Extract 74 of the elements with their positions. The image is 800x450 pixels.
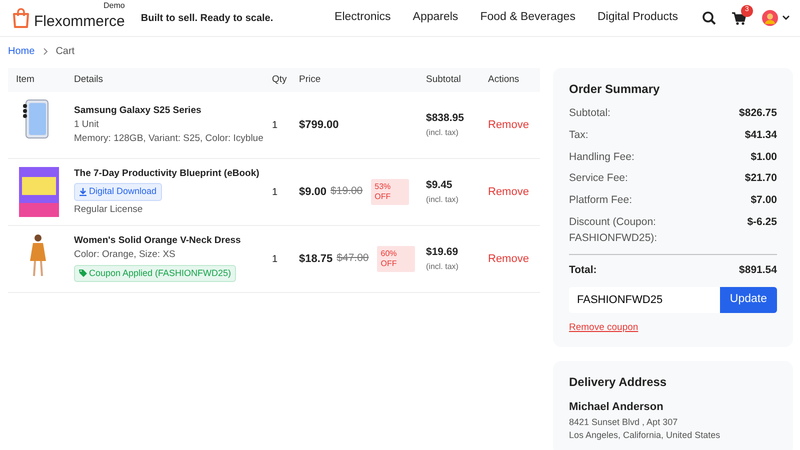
digital-download-tag: Digital Download	[74, 183, 162, 201]
product-name[interactable]: Samsung Galaxy S25 Series	[74, 104, 202, 118]
column-header: Item	[16, 74, 34, 85]
address-line: Los Angeles, California, United States	[569, 429, 722, 442]
product-detail: Regular License	[74, 202, 143, 217]
nav-link[interactable]: Electronics	[334, 9, 391, 27]
update-button[interactable]: Update	[720, 287, 777, 313]
summary-label: Tax:	[569, 128, 588, 143]
recipient-name: Michael Anderson	[569, 400, 664, 416]
column-header: Actions	[488, 74, 520, 85]
total-label: Total:	[569, 263, 597, 278]
column-header: Qty	[272, 74, 287, 85]
price: $18.75	[299, 252, 333, 267]
tagline: Built to sell. Ready to scale.	[140, 12, 274, 26]
nav-link[interactable]: Food & Beverages	[480, 9, 576, 27]
shopping-bag-icon[interactable]	[12, 7, 30, 29]
discount-badge: 53% OFF	[370, 178, 409, 206]
summary-label: Service Fee:	[569, 171, 628, 186]
summary-value: $7.00	[750, 193, 777, 208]
cart-icon[interactable]	[732, 12, 746, 24]
chevron-right-icon	[42, 48, 48, 55]
product-name[interactable]: The 7-Day Productivity Blueprint (eBook)	[74, 167, 260, 182]
tax-note: (incl. tax)	[426, 126, 460, 139]
remove-coupon-link[interactable]: Remove coupon	[569, 321, 638, 336]
summary-value: $-6.25	[747, 214, 777, 230]
tax-note: (incl. tax)	[426, 194, 460, 206]
quantity: 1	[272, 120, 278, 130]
summary-label: Platform Fee:	[569, 193, 632, 208]
quantity: 1	[272, 254, 278, 264]
summary-label: Handling Fee:	[569, 150, 634, 164]
column-header: Price	[299, 74, 321, 85]
remove-button[interactable]: Remove	[488, 116, 529, 134]
download-icon	[79, 188, 87, 196]
price: $799.00	[299, 118, 339, 133]
product-detail: Color: Orange, Size: XS	[74, 248, 176, 262]
breadcrumb-link[interactable]: Home	[8, 44, 35, 59]
summary-value: $826.75	[739, 106, 777, 121]
discount-badge: 60% OFF	[376, 246, 415, 272]
quantity: 1	[272, 186, 278, 198]
product-detail: Memory: 128GB, Variant: S25, Color: Icyblue	[74, 132, 264, 146]
panel-title: Delivery Address	[569, 374, 668, 392]
summary-label: Subtotal:	[569, 106, 610, 121]
column-header: Details	[74, 74, 104, 85]
summary-value: $21.70	[744, 171, 777, 186]
column-header: Subtotal	[426, 74, 461, 85]
panel-title: Order Summary	[569, 81, 661, 98]
price: $9.00	[299, 184, 327, 200]
nav-link[interactable]: Apparels	[412, 9, 458, 27]
remove-button[interactable]: Remove	[488, 184, 529, 200]
book-cover-image	[16, 165, 60, 219]
product-name[interactable]: Women's Solid Orange V-Neck Dress	[74, 234, 241, 248]
logo-text[interactable]: Flexommerce	[34, 13, 125, 30]
demo-label: Demo	[104, 2, 125, 10]
tag-icon	[79, 269, 87, 278]
tax-note: (incl. tax)	[426, 260, 460, 273]
coupon-input-field[interactable]: FASHIONFWD25	[569, 287, 720, 313]
nav-link[interactable]: Digital Products	[597, 9, 678, 27]
address-line: 8421 Sunset Blvd , Apt 307	[569, 416, 679, 429]
subtotal: $9.45	[426, 178, 454, 194]
subtotal: $838.95	[426, 111, 465, 126]
original-price: $47.00	[336, 251, 369, 266]
coupon-applied-tag: Coupon Applied (FASHIONFWD25)	[74, 264, 236, 282]
summary-value: $41.34	[744, 128, 777, 143]
summary-label: Discount (Coupon: FASHIONFWD25):	[569, 214, 658, 246]
avatar-icon[interactable]	[762, 10, 778, 26]
remove-button[interactable]: Remove	[488, 250, 529, 268]
chevron-down-icon[interactable]	[782, 15, 790, 21]
total-value: $891.54	[739, 263, 777, 278]
product-detail: 1 Unit	[74, 118, 99, 132]
original-price: $19.00	[330, 184, 363, 200]
search-icon[interactable]	[702, 11, 716, 25]
subtotal: $19.69	[426, 245, 460, 260]
summary-value: $1.00	[750, 150, 777, 164]
breadcrumb-current: Cart	[56, 45, 75, 59]
